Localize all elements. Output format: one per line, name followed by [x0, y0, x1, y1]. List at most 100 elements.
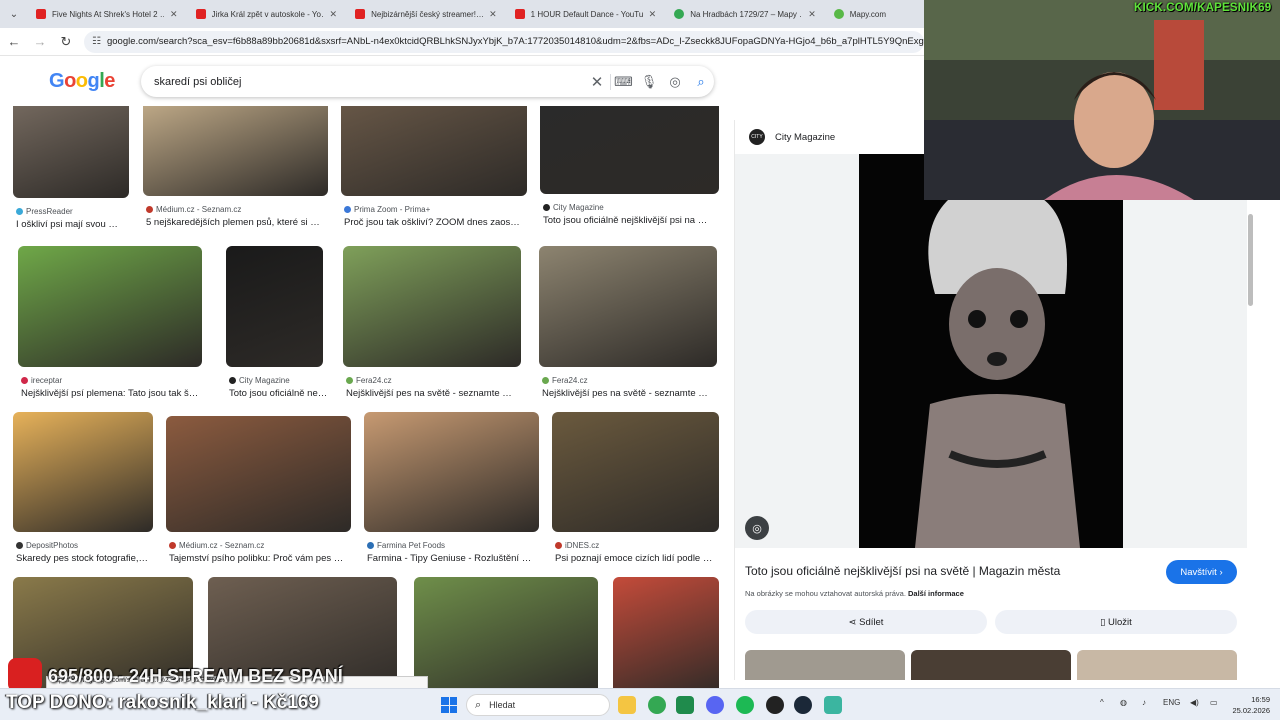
share-button[interactable]: ⋖ Sdílet — [745, 610, 987, 634]
save-button[interactable]: ▯ Uložit — [995, 610, 1237, 634]
clear-icon[interactable]: ✕ — [584, 73, 610, 91]
result-title[interactable]: Proč jsou tak oškliví? ZOOM dnes zaos… — [344, 217, 538, 228]
image-result-card[interactable] — [613, 577, 719, 688]
image-result-card[interactable]: City Magazine Toto jsou oficiálně ne… — [226, 246, 327, 403]
image-result-card[interactable]: Farmina Pet Foods Farmina - Tipy Geniuse … — [364, 412, 539, 568]
result-thumbnail[interactable] — [341, 106, 527, 196]
tab-5[interactable]: Mapy.com — [828, 2, 892, 26]
tab-4[interactable]: Na Hradbách 1729/27 – Mapy … ✕ — [668, 2, 822, 26]
result-title[interactable]: Toto jsou oficiálně ne… — [229, 388, 334, 399]
spotify-icon[interactable] — [736, 696, 754, 714]
close-icon[interactable]: ✕ — [330, 9, 338, 20]
search-input[interactable]: skaredí psi obličej ✕ ⌨ 🎙 ◎ ⌕ — [141, 66, 714, 97]
file-explorer-icon[interactable] — [618, 696, 636, 714]
result-thumbnail[interactable] — [540, 106, 719, 194]
result-source[interactable]: Prima Zoom - Prima+ — [344, 205, 430, 214]
panel-title[interactable]: Toto jsou oficiálně nejšklivější psi na … — [745, 564, 1060, 578]
result-title[interactable]: 5 nejškaredějších plemen psů, které si … — [146, 217, 339, 228]
preview-image-area[interactable]: ◎ — [735, 154, 1247, 548]
result-source[interactable]: DepositPhotos — [16, 541, 78, 550]
result-thumbnail[interactable] — [143, 106, 328, 196]
address-bar[interactable]: ☷ google.com/search?sca_esv=f6b88a89bb20… — [84, 30, 924, 53]
related-image[interactable] — [1077, 650, 1237, 680]
obs-icon[interactable] — [766, 696, 784, 714]
result-thumbnail[interactable] — [226, 246, 323, 367]
image-result-card[interactable]: Fera24.cz Nejšklivější pes na světě - sez… — [343, 246, 521, 403]
result-source[interactable]: Médium.cz - Seznam.cz — [146, 205, 241, 214]
windows-start-icon[interactable] — [441, 697, 457, 713]
image-result-card[interactable]: ireceptar Nejšklivější psí plemena: Tato … — [18, 246, 202, 403]
tab-search-icon[interactable]: ⌄ — [4, 4, 24, 24]
result-source[interactable]: iDNES.cz — [555, 541, 599, 550]
chevron-up-icon[interactable]: ^ — [1100, 698, 1104, 707]
related-image[interactable] — [911, 650, 1071, 680]
chrome-icon[interactable] — [648, 696, 666, 714]
back-arrow-icon[interactable]: ← — [2, 30, 26, 54]
lens-icon[interactable]: ◎ — [662, 74, 688, 90]
result-title[interactable]: Nejšklivější pes na světě - seznamte … — [346, 388, 532, 399]
reload-icon[interactable]: ↻ — [54, 30, 78, 54]
network-icon[interactable]: ◍ — [1120, 698, 1127, 707]
lens-search-icon[interactable]: ◎ — [745, 516, 769, 540]
image-result-card[interactable]: Fera24.cz Nejšklivější pes na světě - sez… — [539, 246, 717, 403]
volume-icon[interactable]: ◀) — [1190, 698, 1199, 707]
result-source[interactable]: Fera24.cz — [346, 376, 392, 385]
result-source[interactable]: Farmina Pet Foods — [367, 541, 445, 550]
app-icon[interactable] — [676, 696, 694, 714]
result-thumbnail[interactable] — [552, 412, 719, 532]
preview-image[interactable] — [735, 154, 1247, 548]
steam-icon[interactable] — [794, 696, 812, 714]
image-result-card[interactable]: iDNES.cz Psi poznají emoce cizích lidí po… — [552, 412, 719, 568]
taskbar-clock[interactable]: 16:59 25.02.2026 — [1228, 694, 1270, 716]
language-indicator[interactable]: ENG — [1163, 698, 1180, 707]
app-icon[interactable] — [824, 696, 842, 714]
taskbar-search-input[interactable]: ⌕ Hledat — [466, 694, 610, 716]
result-thumbnail[interactable] — [364, 412, 539, 532]
result-thumbnail[interactable] — [166, 416, 351, 532]
panel-scrollbar[interactable] — [1246, 120, 1254, 680]
result-title[interactable]: Toto jsou oficiálně nejšklivější psi na … — [543, 215, 730, 226]
result-title[interactable]: Skaredy pes stock fotografie,… — [16, 553, 164, 564]
result-title[interactable]: I oškliví psi mají svou … — [16, 219, 140, 230]
result-source[interactable]: ireceptar — [21, 376, 62, 385]
result-thumbnail[interactable] — [13, 106, 129, 198]
visit-button[interactable]: Navštívit › — [1166, 560, 1237, 584]
tab-1[interactable]: Jirka Král zpět v autoskole - Yo… ✕ — [190, 2, 344, 26]
search-icon[interactable]: ⌕ — [688, 74, 714, 90]
result-source[interactable]: PressReader — [16, 207, 73, 216]
close-icon[interactable]: ✕ — [649, 9, 657, 20]
image-result-card[interactable]: DepositPhotos Skaredy pes stock fotografi… — [13, 412, 153, 568]
keyboard-icon[interactable]: ⌨ — [610, 73, 636, 90]
panel-site-name[interactable]: City Magazine — [775, 132, 835, 143]
panel-scrollbar-thumb[interactable] — [1248, 214, 1253, 306]
result-thumbnail[interactable] — [13, 412, 153, 532]
tab-3[interactable]: 1 HOUR Default Dance - YouTu… ✕ — [509, 2, 663, 26]
more-info-link[interactable]: Další informace — [908, 589, 964, 598]
result-source[interactable]: Médium.cz - Seznam.cz — [169, 541, 264, 550]
result-title[interactable]: Psi poznají emoce cizích lidí podle … — [555, 553, 730, 564]
battery-icon[interactable]: ▭ — [1210, 698, 1218, 707]
image-result-card[interactable]: City Magazine Toto jsou oficiálně nejškli… — [540, 106, 719, 230]
forward-arrow-icon[interactable]: → — [28, 30, 52, 54]
result-source[interactable]: City Magazine — [543, 203, 604, 212]
result-thumbnail[interactable] — [18, 246, 202, 367]
result-source[interactable]: City Magazine — [229, 376, 290, 385]
close-icon[interactable]: ✕ — [808, 9, 816, 20]
image-result-card[interactable]: Médium.cz - Seznam.cz 5 nejškaredějších p… — [143, 106, 328, 232]
tab-0[interactable]: Five Nights At Shrek's Hotel 2 … ✕ — [30, 2, 184, 26]
discord-icon[interactable] — [706, 696, 724, 714]
result-thumbnail[interactable] — [414, 577, 598, 688]
result-title[interactable]: Nejšklivější psí plemena: Tato jsou tak … — [21, 388, 213, 399]
site-info-icon[interactable]: ☷ — [92, 36, 101, 47]
result-thumbnail[interactable] — [539, 246, 717, 367]
microphone-icon[interactable]: ♪ — [1142, 698, 1146, 707]
result-source[interactable]: Fera24.cz — [542, 376, 588, 385]
result-title[interactable]: Farmina - Tipy Geniuse - Rozluštění … — [367, 553, 550, 564]
related-image[interactable] — [745, 650, 905, 680]
image-result-card[interactable]: PressReader I oškliví psi mají svou … — [13, 106, 129, 234]
result-title[interactable]: Tajemství psího polibku: Proč vám pes … — [169, 553, 362, 564]
close-icon[interactable]: ✕ — [170, 9, 178, 20]
tab-2[interactable]: Nejbizárnější český streamer!… ✕ — [349, 2, 503, 26]
result-thumbnail[interactable] — [613, 577, 719, 688]
image-result-card[interactable]: Prima Zoom - Prima+ Proč jsou tak oškliví… — [341, 106, 527, 232]
